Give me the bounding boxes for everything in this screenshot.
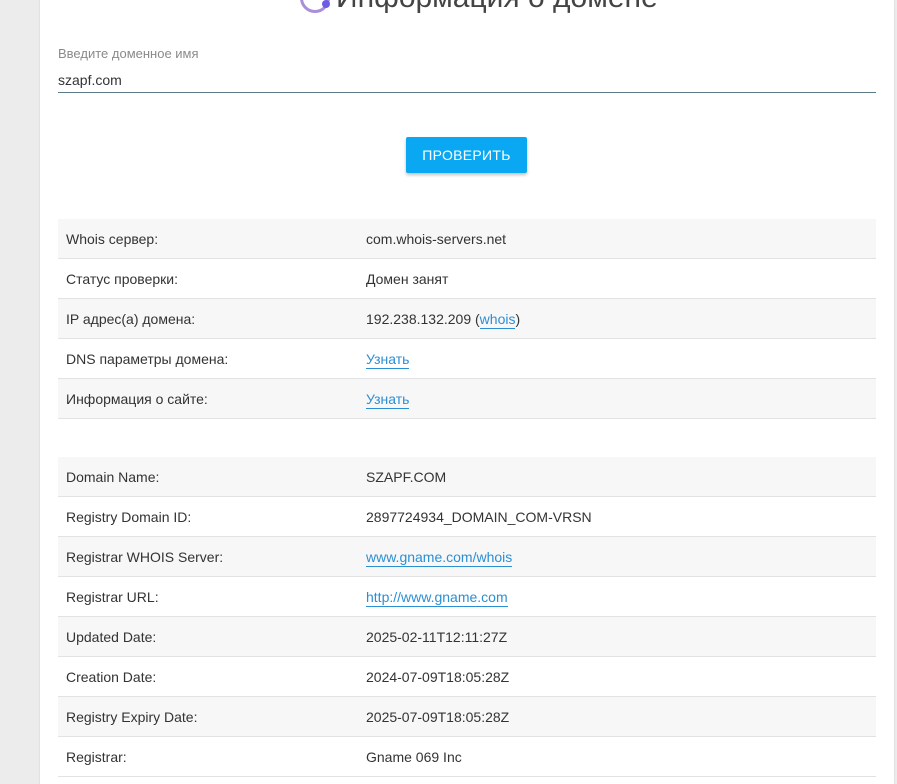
registrar-url-cell: http://www.gname.com [358,576,876,617]
registrar-whois-label: Registrar WHOIS Server: [58,536,358,577]
whois-server-label: Whois сервер: [58,219,358,259]
table-row: Registry Expiry Date: 2025-07-09T18:05:2… [58,696,876,737]
registrar-label: Registrar: [58,736,358,777]
table-row: Информация о сайте: Узнать [58,378,876,419]
table-row: Registry Domain ID: 2897724934_DOMAIN_CO… [58,496,876,537]
status-label: Статус проверки: [58,258,358,299]
ip-label: IP адрес(а) домена: [58,298,358,339]
expiry-date-label: Registry Expiry Date: [58,696,358,737]
whois-server-value: com.whois-servers.net [358,219,876,259]
table-row: Whois сервер: com.whois-servers.net [58,219,876,259]
main-card: Информация о домене Введите доменное имя… [40,0,894,784]
registrar-whois-link[interactable]: www.gname.com/whois [366,548,513,567]
registrar-whois-cell: www.gname.com/whois [358,536,876,577]
check-button[interactable]: ПРОВЕРИТЬ [406,137,527,173]
summary-table: Whois сервер: com.whois-servers.net Стат… [58,219,876,419]
site-info-label: Информация о сайте: [58,378,358,419]
dns-label: DNS параметры домена: [58,338,358,379]
expiry-date-value: 2025-07-09T18:05:28Z [358,696,876,737]
updated-date-label: Updated Date: [58,616,358,657]
creation-date-label: Creation Date: [58,656,358,697]
globe-icon [300,0,330,13]
table-row: IP адрес(а) домена: 192.238.132.209 (who… [58,298,876,339]
table-row: Статус проверки: Домен занят [58,258,876,299]
site-info-cell: Узнать [358,378,876,419]
registry-id-value: 2897724934_DOMAIN_COM-VRSN [358,496,876,537]
ip-whois-link[interactable]: whois [479,310,516,329]
registrar-url-link[interactable]: http://www.gname.com [366,588,508,607]
ip-cell: 192.238.132.209 (whois) [358,298,876,339]
ip-close-paren: ) [515,310,521,327]
domain-input[interactable] [58,67,876,93]
page-title-text: Информация о домене [336,0,658,15]
domain-input-label: Введите доменное имя [58,46,199,61]
registry-id-label: Registry Domain ID: [58,496,358,537]
ip-open-paren: ( [471,310,480,327]
dns-cell: Узнать [358,338,876,379]
table-row: Registrar URL: http://www.gname.com [58,576,876,617]
table-row: DNS параметры домена: Узнать [58,338,876,379]
creation-date-value: 2024-07-09T18:05:28Z [358,656,876,697]
domain-name-value: SZAPF.COM [358,457,876,497]
domain-name-label: Domain Name: [58,457,358,497]
site-info-link[interactable]: Узнать [366,390,410,409]
table-row: Registrar: Gname 069 Inc [58,736,876,777]
page-title: Информация о домене [300,0,658,18]
registrar-value: Gname 069 Inc [358,736,876,777]
updated-date-value: 2025-02-11T12:11:27Z [358,616,876,657]
status-value: Домен занят [358,258,876,299]
registrar-url-label: Registrar URL: [58,576,358,617]
dns-link[interactable]: Узнать [366,350,410,369]
table-row: Creation Date: 2024-07-09T18:05:28Z [58,656,876,697]
table-row: Updated Date: 2025-02-11T12:11:27Z [58,616,876,657]
table-row: Domain Name: SZAPF.COM [58,457,876,497]
ip-value: 192.238.132.209 [366,310,472,327]
whois-table: Domain Name: SZAPF.COM Registry Domain I… [58,457,876,777]
table-row: Registrar WHOIS Server: www.gname.com/wh… [58,536,876,577]
